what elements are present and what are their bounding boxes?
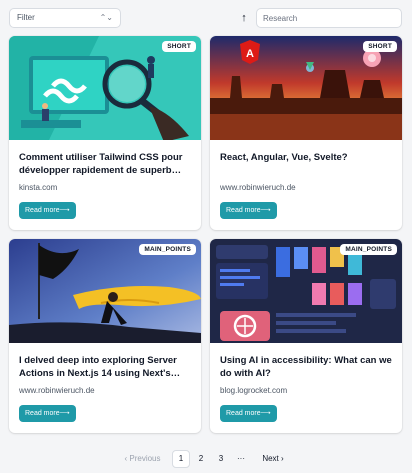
filter-value: Filter: [17, 13, 35, 22]
read-more-button[interactable]: Read more⟶: [19, 202, 76, 219]
article-card[interactable]: MAIN_POINTS Using AI in accessibility: W…: [210, 239, 402, 433]
article-card[interactable]: MAIN_POINTS I delved deep into exploring…: [9, 239, 201, 433]
read-more-button[interactable]: Read more⟶: [220, 405, 277, 422]
pagination-ellipsis: ···: [237, 454, 245, 463]
card-source: www.robinwieruch.de: [220, 183, 296, 192]
card-source: www.robinwieruch.de: [19, 386, 95, 395]
previous-page-button[interactable]: ‹ Previous: [120, 450, 165, 468]
card-image-frameworks: A SHORT: [210, 36, 402, 140]
card-title[interactable]: Using AI in accessibility: What can we d…: [220, 354, 392, 380]
chevron-updown-icon: ⌃⌄: [99, 13, 113, 22]
read-more-button[interactable]: Read more⟶: [220, 202, 277, 219]
page-button-1[interactable]: 1: [172, 450, 190, 468]
pagination: ‹ Previous 1 2 3 ··· Next ›: [0, 450, 412, 468]
search-input[interactable]: [256, 8, 402, 28]
card-badge: MAIN_POINTS: [139, 244, 196, 255]
card-image-tailwind: SHORT: [9, 36, 201, 140]
card-title[interactable]: Comment utiliser Tailwind CSS pour dével…: [19, 151, 191, 177]
article-card[interactable]: A SHORT React, Angular, Vue, Svelte? www…: [210, 36, 402, 230]
article-card[interactable]: SHORT Comment utiliser Tailwind CSS pour…: [9, 36, 201, 230]
svg-text:A: A: [246, 48, 254, 60]
page-button-3[interactable]: 3: [213, 450, 229, 468]
page-button-2[interactable]: 2: [193, 450, 209, 468]
card-image-server-actions: MAIN_POINTS: [9, 239, 201, 343]
next-page-button[interactable]: Next ›: [256, 450, 290, 468]
sort-arrow-up-icon[interactable]: ↑: [237, 11, 251, 25]
card-source: blog.logrocket.com: [220, 386, 288, 395]
card-badge: SHORT: [162, 41, 196, 52]
card-badge: SHORT: [363, 41, 397, 52]
toolbar: Filter ⌃⌄ ↑: [9, 8, 403, 28]
read-more-button[interactable]: Read more⟶: [19, 405, 76, 422]
filter-select[interactable]: Filter ⌃⌄: [9, 8, 121, 28]
card-image-ai-accessibility: MAIN_POINTS: [210, 239, 402, 343]
card-badge: MAIN_POINTS: [340, 244, 397, 255]
card-source: kinsta.com: [19, 183, 58, 192]
card-title[interactable]: React, Angular, Vue, Svelte?: [220, 151, 392, 164]
card-title[interactable]: I delved deep into exploring Server Acti…: [19, 354, 191, 380]
